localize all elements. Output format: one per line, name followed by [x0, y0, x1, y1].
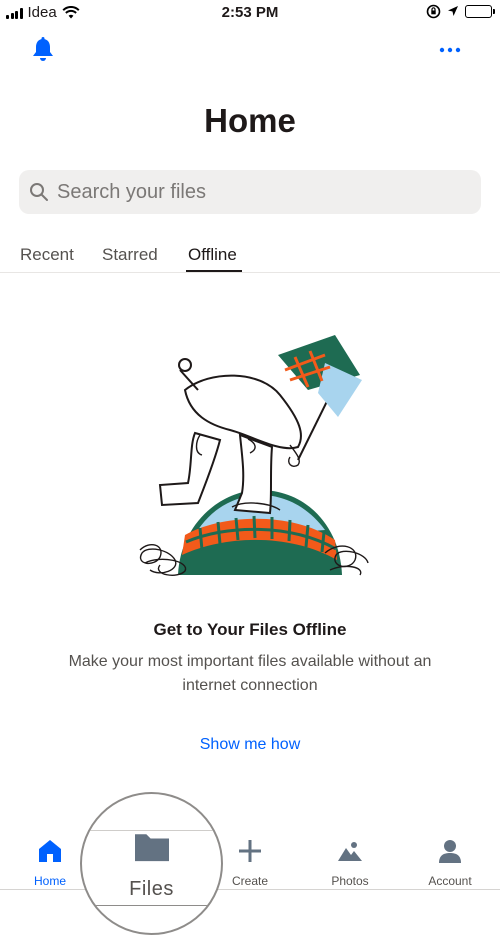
battery-icon: [465, 5, 495, 18]
offline-illustration: [139, 335, 369, 576]
tab-bar: Recent Starred Offline: [0, 240, 500, 273]
search-input[interactable]: [57, 180, 457, 204]
person-icon: [439, 840, 461, 863]
orientation-lock-icon: [426, 4, 441, 19]
more-options-icon[interactable]: [436, 42, 464, 58]
location-icon: [448, 6, 458, 16]
empty-state-description: Make your most important files available…: [68, 653, 432, 694]
plus-icon: [239, 840, 261, 862]
photos-icon: [338, 842, 362, 861]
notifications-bell-icon[interactable]: [30, 36, 56, 64]
tab-starred[interactable]: Starred: [102, 245, 158, 265]
magnified-folder-icon: [135, 834, 169, 862]
nav-account[interactable]: Account: [400, 828, 500, 888]
status-time: 2:53 PM: [221, 4, 279, 21]
empty-state-title: Get to Your Files Offline: [153, 620, 347, 639]
bottom-tab-bar: Home Files Create Photos: [0, 828, 500, 890]
nav-account-label: Account: [428, 874, 472, 888]
magnified-files-label: Files: [129, 878, 174, 900]
status-right: [426, 4, 495, 19]
tab-recent[interactable]: Recent: [20, 245, 74, 265]
page-title: Home: [204, 102, 296, 139]
active-tab-indicator: [186, 270, 242, 272]
status-bar: Idea 2:53 PM: [0, 0, 500, 26]
search-bar[interactable]: [19, 170, 481, 214]
show-me-how-link[interactable]: Show me how: [0, 736, 500, 754]
search-icon: [30, 183, 48, 201]
nav-photos[interactable]: Photos: [300, 828, 400, 888]
magnifier-divider-bottom: [82, 905, 221, 906]
tab-offline[interactable]: Offline: [188, 245, 237, 265]
home-icon: [39, 840, 61, 862]
files-tab-magnifier[interactable]: Files: [80, 792, 223, 935]
nav-photos-label: Photos: [331, 874, 369, 888]
